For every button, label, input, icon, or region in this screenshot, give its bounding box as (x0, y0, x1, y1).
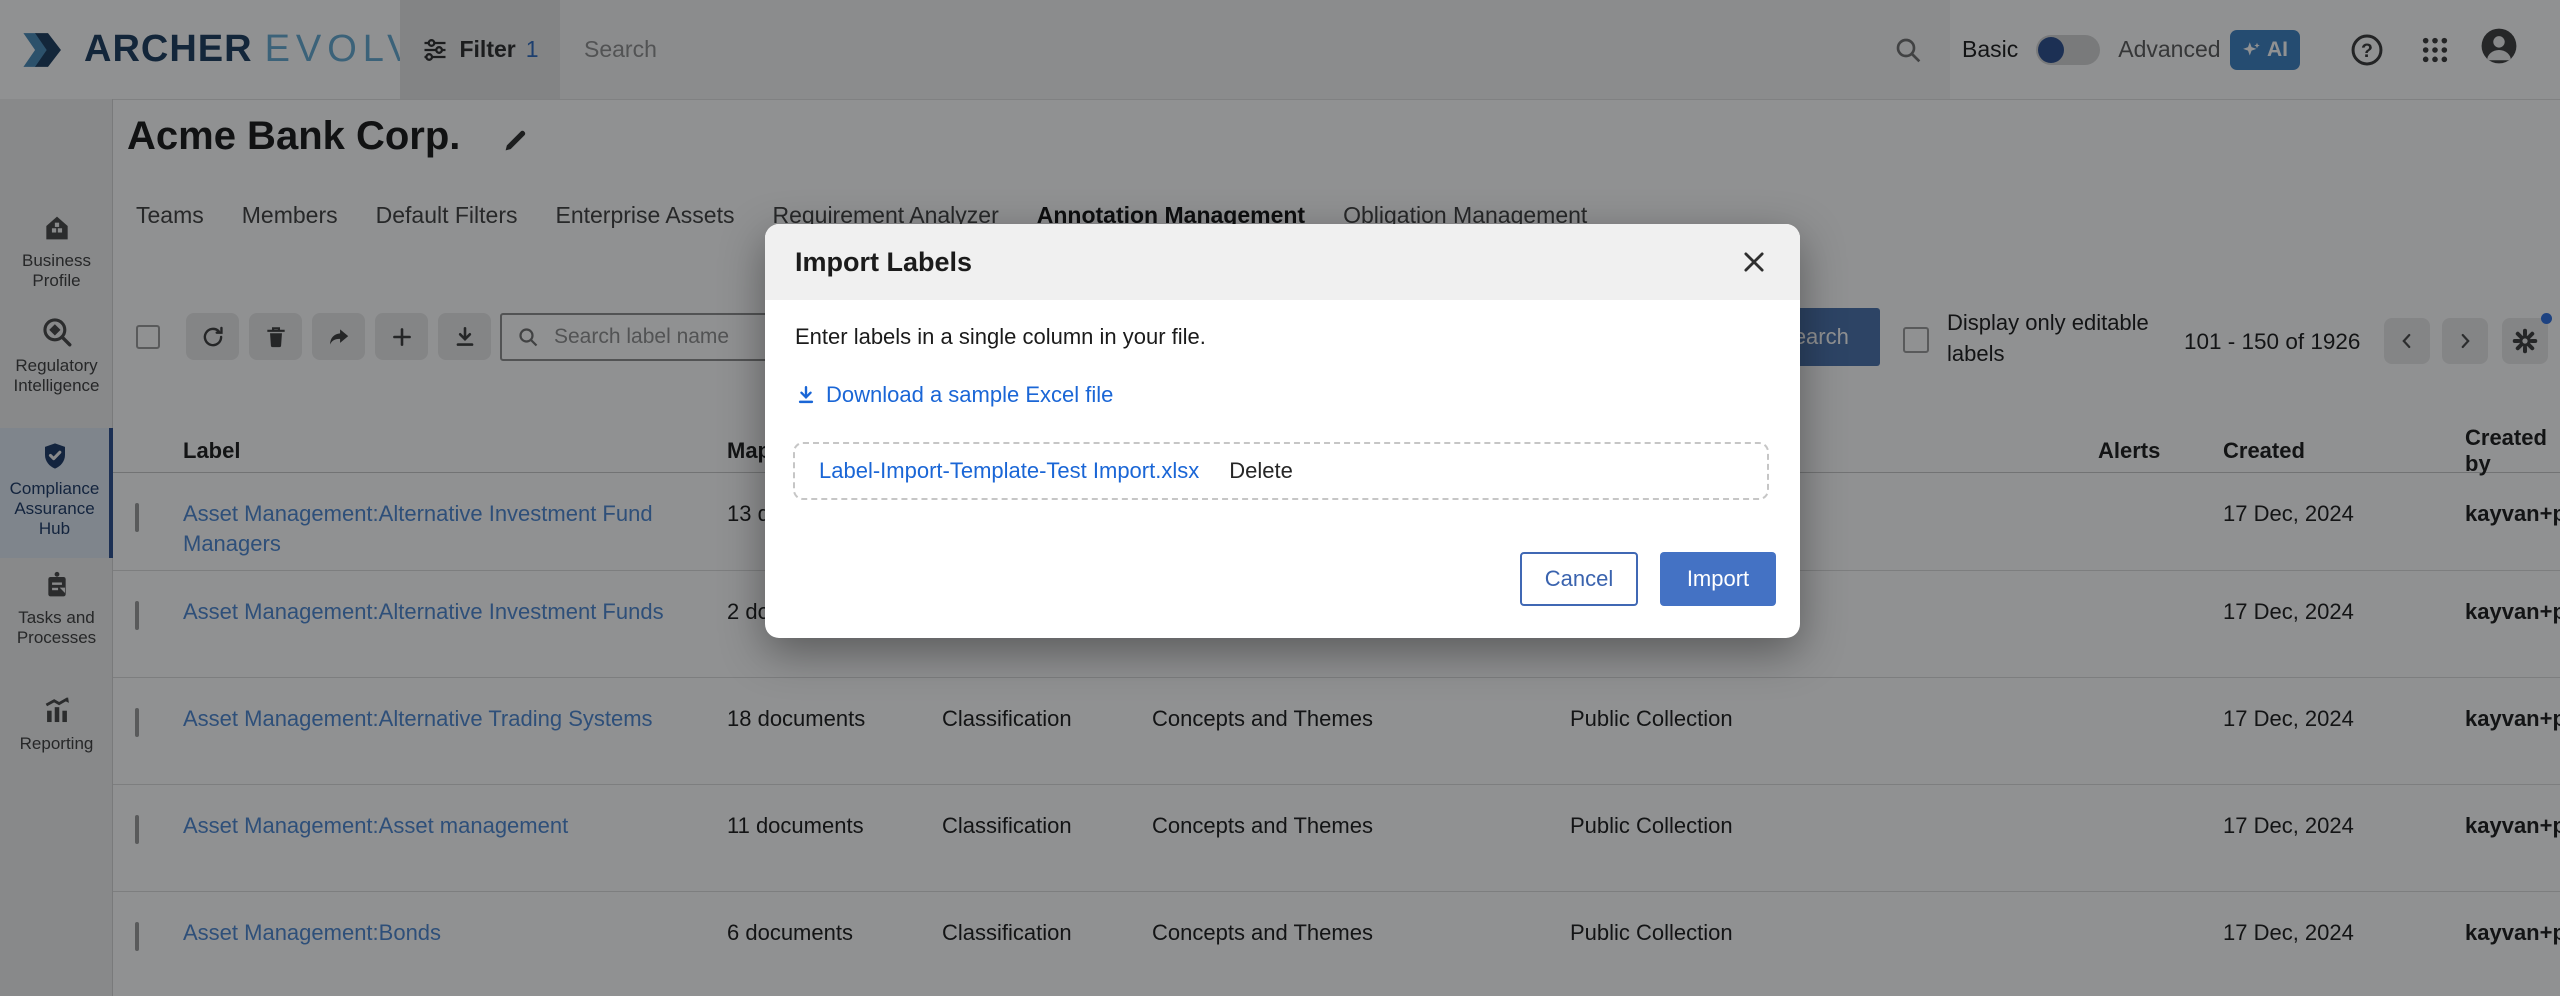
close-dialog-button[interactable] (1738, 246, 1770, 278)
download-icon (795, 384, 817, 406)
delete-file-button[interactable]: Delete (1229, 458, 1293, 484)
cancel-button[interactable]: Cancel (1520, 552, 1638, 606)
download-sample-link-label: Download a sample Excel file (826, 382, 1113, 408)
close-icon (1740, 248, 1768, 276)
uploaded-file-dropzone: Label-Import-Template-Test Import.xlsx D… (793, 442, 1769, 500)
import-button[interactable]: Import (1660, 552, 1776, 606)
dialog-title: Import Labels (795, 247, 972, 278)
dialog-header: Import Labels (765, 224, 1800, 300)
import-labels-dialog: Import Labels Enter labels in a single c… (765, 224, 1800, 638)
dialog-instruction: Enter labels in a single column in your … (795, 324, 1206, 350)
download-sample-link[interactable]: Download a sample Excel file (795, 382, 1113, 408)
uploaded-file-link[interactable]: Label-Import-Template-Test Import.xlsx (819, 458, 1199, 484)
